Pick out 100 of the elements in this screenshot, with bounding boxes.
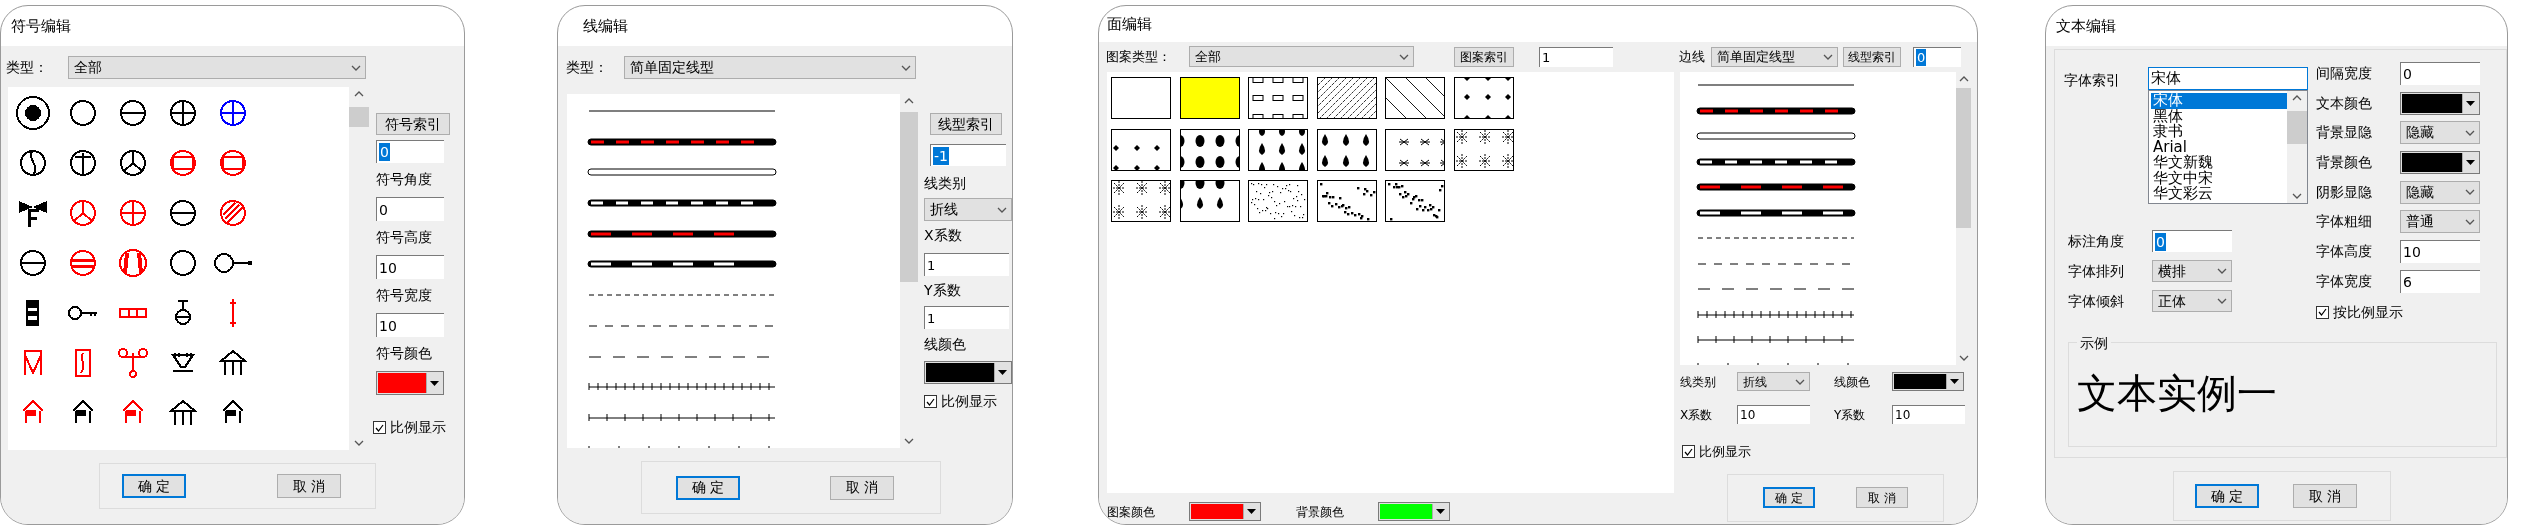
index-button[interactable]: 线型索引 xyxy=(1843,46,1901,67)
ok-button[interactable]: 确 定 xyxy=(122,474,186,498)
pattern-swatch[interactable] xyxy=(1179,77,1240,119)
field-label: 文本颜色 xyxy=(2316,93,2373,113)
pattern-swatch[interactable] xyxy=(1385,128,1446,171)
cancel-button[interactable]: 取 消 xyxy=(1856,487,1908,508)
check-icon xyxy=(375,423,384,432)
dropdown[interactable]: 全部 xyxy=(1189,46,1414,67)
list-box[interactable]: 宋体 黑体 隶书 Arial 华文新魏 华文中宋 华文彩云 xyxy=(2148,90,2308,204)
list-item[interactable]: 华文彩云 xyxy=(2151,186,2287,202)
checkbox[interactable] xyxy=(1682,445,1695,459)
list-item[interactable]: 华文中宋 xyxy=(2151,170,2287,186)
ok-button[interactable]: 确 定 xyxy=(1763,487,1815,508)
pattern-swatch[interactable] xyxy=(1385,180,1446,222)
input-field[interactable]: 6 xyxy=(2400,269,2480,293)
dropdown[interactable]: 折线 xyxy=(924,198,1012,221)
pattern-swatch[interactable] xyxy=(1316,180,1377,222)
list-item[interactable]: 华文新魏 xyxy=(2151,155,2287,171)
dropdown[interactable]: 横排 xyxy=(2152,260,2232,282)
input-field[interactable]: 10 xyxy=(376,255,444,279)
cancel-button[interactable]: 取 消 xyxy=(277,474,341,498)
input-field[interactable]: 10 xyxy=(1892,405,1965,424)
list-item[interactable]: 黑体 xyxy=(2151,108,2287,124)
list-box[interactable] xyxy=(8,87,349,450)
list-item[interactable]: Arial xyxy=(2151,139,2287,155)
pattern-swatch[interactable] xyxy=(1111,128,1171,171)
color-picker[interactable] xyxy=(376,371,444,395)
dropdown[interactable]: 隐藏 xyxy=(2400,180,2480,204)
ok-button[interactable]: 确 定 xyxy=(2195,484,2259,508)
scrollbar-thumb[interactable] xyxy=(2287,111,2307,144)
pattern-swatch[interactable] xyxy=(1248,77,1309,119)
cancel-button[interactable]: 取 消 xyxy=(2293,484,2357,508)
list-box[interactable] xyxy=(1680,72,1956,365)
scrollbar-thumb[interactable] xyxy=(349,107,369,127)
field-label: Y系数 xyxy=(1834,406,1867,424)
checkbox-label[interactable]: 比例显示 xyxy=(941,391,997,412)
color-picker[interactable] xyxy=(1378,502,1450,521)
dropdown[interactable]: 折线 xyxy=(1737,372,1810,391)
input-field[interactable]: 1 xyxy=(1539,46,1613,67)
pattern-swatch[interactable] xyxy=(1453,77,1514,119)
index-button[interactable]: 图案索引 xyxy=(1454,46,1514,67)
checkbox-label[interactable]: 比例显示 xyxy=(390,417,446,438)
pattern-swatch[interactable] xyxy=(1111,77,1171,119)
pattern-swatch[interactable] xyxy=(1316,77,1377,119)
chevron-up-icon xyxy=(353,89,365,99)
index-button[interactable]: 符号索引 xyxy=(376,113,450,135)
dropdown[interactable]: 普通 xyxy=(2400,210,2480,234)
input-field[interactable]: 0 xyxy=(1913,46,1961,67)
pattern-swatch[interactable] xyxy=(1179,180,1240,222)
color-picker[interactable] xyxy=(2400,91,2480,115)
input-field[interactable]: 宋体 xyxy=(2148,67,2308,90)
dropdown[interactable]: 简单固定线型 xyxy=(624,56,916,79)
input-field[interactable]: 0 xyxy=(376,140,444,163)
color-picker[interactable] xyxy=(924,361,1012,384)
input-field[interactable]: 0 xyxy=(2400,62,2480,85)
scrollbar-thumb[interactable] xyxy=(1956,88,1971,228)
checkbox-label[interactable]: 按比例显示 xyxy=(2333,301,2403,323)
checkbox[interactable] xyxy=(924,395,937,408)
index-button[interactable]: 线型索引 xyxy=(930,113,1002,135)
checkbox[interactable] xyxy=(373,421,386,434)
dropdown[interactable]: 隐藏 xyxy=(2400,121,2480,145)
color-picker[interactable] xyxy=(2400,151,2480,175)
input-field[interactable]: 1 xyxy=(924,306,1009,329)
input-field[interactable]: 10 xyxy=(2400,240,2480,264)
checkbox-label[interactable]: 比例显示 xyxy=(1699,442,1751,462)
pattern-swatch[interactable] xyxy=(1248,180,1309,222)
scrollbar-thumb[interactable] xyxy=(900,112,918,282)
input-field[interactable]: 10 xyxy=(1737,405,1810,424)
input-field[interactable]: 10 xyxy=(376,313,444,337)
input-field[interactable]: 0 xyxy=(376,197,444,221)
color-picker[interactable] xyxy=(1892,372,1964,391)
pattern-swatch[interactable] xyxy=(1453,128,1514,171)
input-field[interactable]: 0 xyxy=(2152,230,2232,252)
cancel-button[interactable]: 取 消 xyxy=(830,475,894,500)
pattern-swatch[interactable] xyxy=(1385,77,1446,119)
pattern-list[interactable] xyxy=(1107,72,1674,493)
check-icon xyxy=(1684,447,1693,456)
input-field[interactable]: 1 xyxy=(924,253,1009,276)
list-box[interactable] xyxy=(567,94,900,448)
pattern-swatch[interactable] xyxy=(1248,128,1309,171)
input-field[interactable]: -1 xyxy=(930,144,1006,166)
dialog-title: 文本编辑 xyxy=(2056,15,2116,37)
pattern-swatch[interactable] xyxy=(1316,128,1377,171)
ok-button[interactable]: 确 定 xyxy=(676,475,740,500)
target-icon[interactable] xyxy=(13,93,53,133)
scrollbar[interactable] xyxy=(2287,91,2307,203)
checkbox[interactable] xyxy=(2316,305,2329,319)
caret-down-icon xyxy=(2466,160,2475,166)
list-item[interactable]: 隶书 xyxy=(2151,124,2287,140)
field-label: Y系数 xyxy=(924,281,962,300)
color-picker[interactable] xyxy=(1189,502,1261,521)
dropdown[interactable]: 正体 xyxy=(2152,290,2232,312)
caret-down-icon xyxy=(1247,509,1256,514)
pattern-swatch[interactable] xyxy=(1179,128,1240,171)
list-item[interactable]: 宋体 xyxy=(2151,93,2287,109)
dropdown[interactable]: 简单固定线型 xyxy=(1711,46,1838,67)
field-label: 图案颜色 xyxy=(1107,503,1156,521)
field-label: 符号宽度 xyxy=(376,286,433,305)
pattern-swatch[interactable] xyxy=(1111,180,1171,222)
dropdown[interactable]: 全部 xyxy=(68,56,366,79)
